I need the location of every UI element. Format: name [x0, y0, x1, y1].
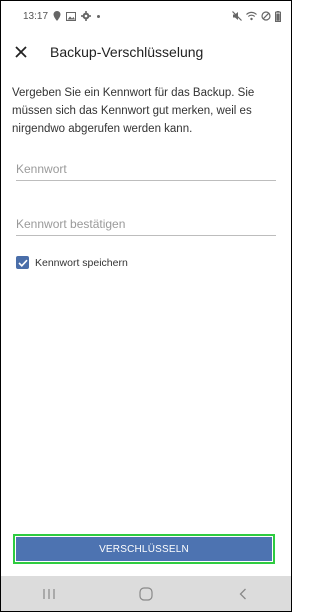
description-text: Vergeben Sie ein Kennwort für das Backup…	[12, 87, 255, 135]
back-button[interactable]	[223, 582, 263, 606]
location-icon	[53, 11, 61, 21]
app-bar: Backup-Verschlüsselung	[1, 34, 291, 70]
wifi-icon	[246, 11, 257, 21]
status-bar: 13:17	[1, 1, 291, 31]
save-password-option[interactable]: Kennwort speichern	[16, 256, 128, 269]
save-password-label: Kennwort speichern	[35, 256, 128, 269]
confirm-password-field[interactable]	[16, 213, 276, 236]
recents-button[interactable]	[29, 582, 69, 606]
recents-icon	[43, 588, 55, 599]
mute-icon	[232, 11, 242, 21]
back-icon	[239, 588, 246, 599]
close-icon	[15, 46, 27, 58]
password-field[interactable]	[16, 158, 276, 181]
image-icon	[66, 11, 77, 21]
status-bar-right	[232, 10, 281, 22]
gear-icon	[81, 11, 92, 21]
home-button[interactable]	[126, 582, 166, 606]
dnd-icon	[261, 11, 271, 21]
encrypt-button[interactable]: VERSCHLÜSSELN	[16, 537, 272, 561]
page-title: Backup-Verschlüsselung	[50, 44, 204, 60]
status-bar-left: 13:17	[23, 11, 101, 22]
battery-icon	[275, 10, 281, 22]
navigation-bar	[1, 576, 291, 611]
status-time: 13:17	[23, 10, 49, 22]
dot-icon	[97, 14, 101, 18]
encrypt-button-focus-ring: VERSCHLÜSSELN	[13, 534, 275, 564]
close-button[interactable]	[10, 41, 32, 63]
home-icon	[139, 586, 153, 601]
checkmark-icon	[17, 259, 28, 267]
save-password-checkbox[interactable]	[16, 256, 29, 269]
